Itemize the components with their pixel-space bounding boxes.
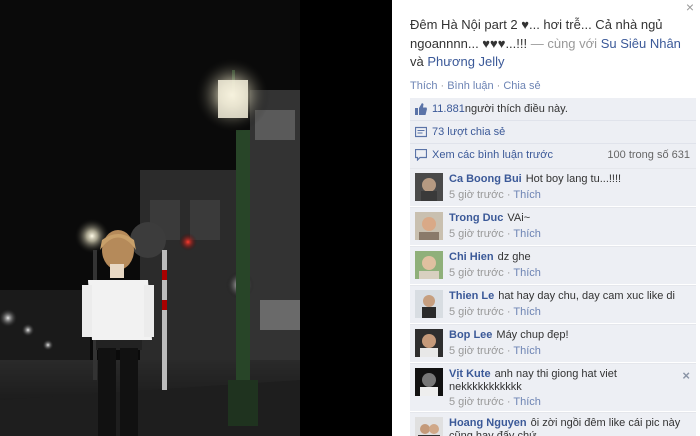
comment-like-link[interactable]: Thích xyxy=(513,345,541,357)
photo-caption: Đêm Hà Nội part 2 ♥... hơi trễ... Cả nhà… xyxy=(410,16,692,72)
feedback-summary: 11.881 người thích điều này. 73 lượt chi… xyxy=(410,98,696,168)
comment-item: Ca Boong Bui Hot boy lang tu...!!!! 5 giờ… xyxy=(410,168,696,206)
avatar[interactable] xyxy=(415,251,443,279)
comment-icon xyxy=(415,149,427,161)
post-actions: Thích · Bình luận · Chia sẻ xyxy=(410,80,541,92)
comment-item: Vịt Kute anh nay thi giong hat viet nekkk… xyxy=(410,363,696,411)
photo-viewer[interactable] xyxy=(0,0,392,436)
likes-count[interactable]: 11.881 xyxy=(432,103,465,115)
comment-text: Hot boy lang tu...!!!! xyxy=(525,173,622,185)
likes-text: người thích điều này. xyxy=(464,103,568,115)
separator-dot: · xyxy=(496,80,501,92)
share-icon xyxy=(415,126,427,138)
avatar[interactable] xyxy=(415,417,443,436)
comment-time[interactable]: 5 giờ trước xyxy=(449,345,504,357)
tagged-person-link[interactable]: Su Siêu Nhân xyxy=(601,36,681,51)
comment-author[interactable]: Chi Hien xyxy=(449,251,494,263)
comment-time[interactable]: 5 giờ trước xyxy=(449,306,504,318)
comment-like-link[interactable]: Thích xyxy=(513,396,541,408)
tagged-person-link[interactable]: Phương Jelly xyxy=(427,54,504,69)
remove-comment-icon[interactable]: × xyxy=(682,368,690,383)
view-previous-comments[interactable]: Xem các bình luận trước 100 trong số 631 xyxy=(410,144,696,166)
comment-item: Bop Lee Máy chup đẹp! 5 giờ trước · Thích xyxy=(410,324,696,362)
photo-side-panel: × Đêm Hà Nội part 2 ♥... hơi trễ... Cả n… xyxy=(392,0,700,436)
caption-with: — cùng với xyxy=(527,35,601,51)
shares-count[interactable]: 73 lượt chia sẻ xyxy=(432,126,505,138)
comment-author[interactable]: Bop Lee xyxy=(449,329,492,341)
avatar[interactable] xyxy=(415,329,443,357)
comment-count: 100 trong số 631 xyxy=(607,149,690,161)
comment-author[interactable]: Vịt Kute xyxy=(449,368,491,380)
comment-item: Chi Hien dz ghe 5 giờ trước · Thích xyxy=(410,246,696,284)
comment-author[interactable]: Ca Boong Bui xyxy=(449,173,522,185)
likes-row[interactable]: 11.881 người thích điều này. xyxy=(410,98,696,120)
comment-like-link[interactable]: Thích xyxy=(513,306,541,318)
like-link[interactable]: Thích xyxy=(410,80,438,92)
night-street-photo xyxy=(0,0,300,436)
close-icon[interactable]: × xyxy=(686,0,694,14)
share-link[interactable]: Chia sẻ xyxy=(503,80,540,92)
comment-item: Thien Le hat hay day chu, day cam xuc lik… xyxy=(410,285,696,323)
comment-text: VAi~ xyxy=(507,212,531,224)
comment-like-link[interactable]: Thích xyxy=(513,189,541,201)
avatar[interactable] xyxy=(415,368,443,396)
comment-time[interactable]: 5 giờ trước xyxy=(449,189,504,201)
comment-text: hat hay day chu, day cam xuc like di xyxy=(498,290,675,302)
comment-like-link[interactable]: Thích xyxy=(513,267,541,279)
view-previous-comments-link[interactable]: Xem các bình luận trước xyxy=(432,149,553,161)
comment-text: dz ghe xyxy=(497,251,531,263)
separator-dot: · xyxy=(440,80,445,92)
comment-time[interactable]: 5 giờ trước xyxy=(449,396,504,408)
comment-link[interactable]: Bình luận xyxy=(447,80,493,92)
thumbs-up-icon xyxy=(415,103,427,115)
comment-time[interactable]: 5 giờ trước xyxy=(449,267,504,279)
comment-time[interactable]: 5 giờ trước xyxy=(449,228,504,240)
comment-author[interactable]: Trong Duc xyxy=(449,212,503,224)
caption-and: và xyxy=(410,54,428,69)
shares-row[interactable]: 73 lượt chia sẻ xyxy=(410,121,696,143)
comment-text: Máy chup đẹp! xyxy=(496,329,569,341)
comment-author[interactable]: Thien Le xyxy=(449,290,494,302)
comment-item: Trong Duc VAi~ 5 giờ trước · Thích xyxy=(410,207,696,245)
comment-item: Hoang Nguyen ôi zời ngồi đêm like cái pic… xyxy=(410,412,696,436)
avatar[interactable] xyxy=(415,212,443,240)
comment-like-link[interactable]: Thích xyxy=(513,228,541,240)
avatar[interactable] xyxy=(415,290,443,318)
comment-author[interactable]: Hoang Nguyen xyxy=(449,417,527,429)
avatar[interactable] xyxy=(415,173,443,201)
